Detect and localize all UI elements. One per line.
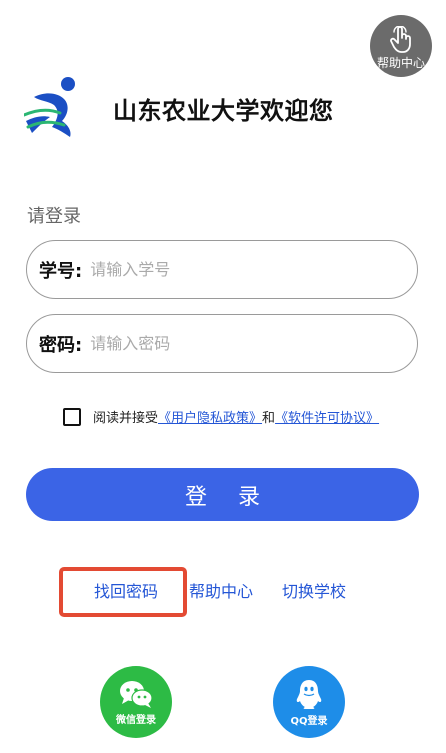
agreement-checkbox[interactable] <box>63 407 81 426</box>
highlight-box <box>59 567 187 617</box>
agreement-and: 和 <box>262 411 276 426</box>
login-page: 帮助中心 山东农业大学欢迎您 请登录 学号: 密码: 阅读并接受 《用户隐私政策… <box>0 0 446 753</box>
wechat-login-button[interactable]: 微信登录 <box>100 666 172 738</box>
privacy-policy-link[interactable]: 《用户隐私政策》 <box>158 407 262 426</box>
account-field[interactable]: 学号: <box>26 240 418 299</box>
wechat-icon <box>120 680 153 708</box>
welcome-title: 山东农业大学欢迎您 <box>113 97 334 125</box>
help-floating-button[interactable]: 帮助中心 <box>370 15 432 77</box>
wechat-login-label: 微信登录 <box>116 714 156 726</box>
runner-logo <box>24 77 75 137</box>
license-agreement-link[interactable]: 《软件许可协议》 <box>275 407 379 426</box>
password-field[interactable]: 密码: <box>26 314 418 373</box>
account-label: 学号: <box>39 260 83 282</box>
switch-school-link[interactable]: 切换学校 <box>282 578 346 602</box>
qq-penguin-icon <box>296 679 322 709</box>
password-input[interactable] <box>88 333 383 354</box>
help-center-link[interactable]: 帮助中心 <box>189 578 253 602</box>
agreement-row: 阅读并接受 《用户隐私政策》 和 《软件许可协议》 <box>63 407 379 426</box>
login-heading: 请登录 <box>27 206 81 227</box>
help-fab-label: 帮助中心 <box>376 56 425 70</box>
agreement-prefix: 阅读并接受 <box>93 411 159 426</box>
qq-login-label: QQ登录 <box>290 715 328 727</box>
password-label: 密码: <box>39 334 83 356</box>
hand-pointer-icon <box>390 26 411 53</box>
qq-login-button[interactable]: QQ登录 <box>273 666 345 738</box>
login-button[interactable]: 登 录 <box>26 468 419 521</box>
account-input[interactable] <box>88 259 383 280</box>
